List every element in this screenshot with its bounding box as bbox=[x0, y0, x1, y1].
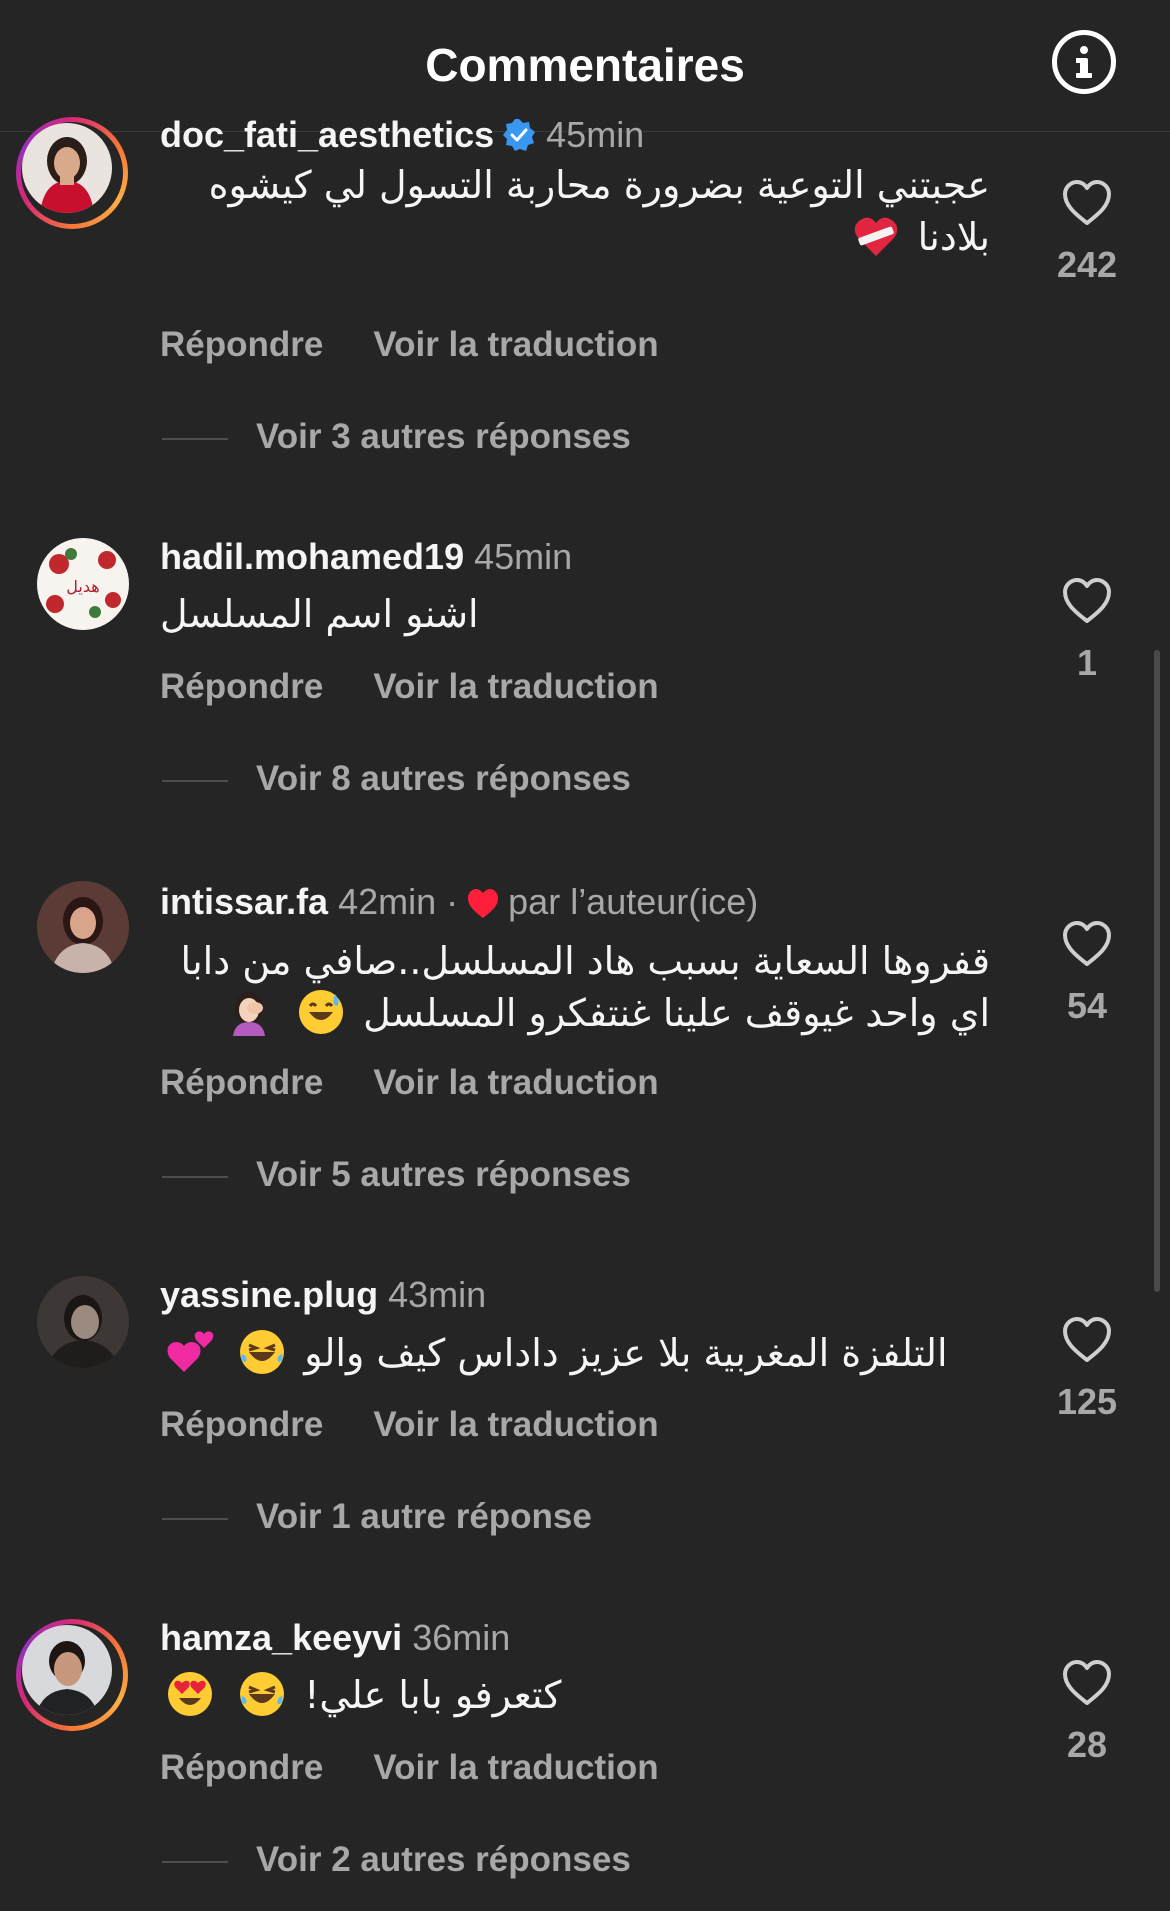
username[interactable]: hamza_keeyvi bbox=[160, 1617, 402, 1658]
username[interactable]: yassine.plug bbox=[160, 1274, 378, 1315]
comment-body: كتعرفو بابا علي! bbox=[304, 1673, 562, 1717]
reply-button[interactable]: Répondre bbox=[160, 667, 323, 706]
like-count: 28 bbox=[1066, 1724, 1108, 1765]
like-count: 125 bbox=[1056, 1381, 1118, 1422]
view-replies-label: Voir 8 autres réponses bbox=[256, 759, 631, 798]
svg-text:هديل: هديل bbox=[66, 577, 99, 596]
divider bbox=[162, 1517, 228, 1520]
reply-button[interactable]: Répondre bbox=[160, 1748, 323, 1787]
comment-body: التلفزة المغربية بلا عزيز داداس كيف والو bbox=[304, 1331, 948, 1375]
heart-eyes-emoji bbox=[168, 1672, 212, 1716]
comment-text: كتعرفو بابا علي! bbox=[160, 1669, 990, 1721]
translate-button[interactable]: Voir la traduction bbox=[373, 1748, 658, 1787]
comment-text: التلفزة المغربية بلا عزيز داداس كيف والو bbox=[160, 1327, 990, 1379]
heart-icon bbox=[1063, 578, 1111, 623]
comments-header: Commentaires bbox=[0, 0, 1170, 132]
translate-button[interactable]: Voir la traduction bbox=[373, 1063, 658, 1102]
username[interactable]: doc_fati_aesthetics bbox=[160, 114, 494, 155]
comment-time: 42min bbox=[338, 881, 437, 922]
avatar[interactable] bbox=[16, 1619, 128, 1731]
divider bbox=[162, 779, 228, 782]
comment-text: عجبتني التوعية بضرورة محاربة التسول لي ك… bbox=[160, 159, 990, 263]
heart-icon bbox=[468, 889, 499, 918]
translate-button[interactable]: Voir la traduction bbox=[373, 1405, 658, 1444]
comment-text: اشنو اسم المسلسل bbox=[160, 588, 990, 640]
sweat-smile-emoji bbox=[299, 990, 344, 1034]
translate-button[interactable]: Voir la traduction bbox=[373, 325, 658, 364]
heart-icon bbox=[1063, 180, 1111, 225]
view-replies-label: Voir 1 autre réponse bbox=[256, 1497, 592, 1536]
avatar[interactable]: هديل bbox=[37, 538, 129, 630]
separator-dot: · bbox=[446, 881, 459, 922]
like-count: 1 bbox=[1076, 642, 1098, 683]
comment-actions: Répondre Voir la traduction bbox=[160, 325, 659, 365]
like-button[interactable]: 242 bbox=[1040, 180, 1134, 286]
comment-actions: Répondre Voir la traduction bbox=[160, 1748, 659, 1788]
avatar[interactable] bbox=[37, 881, 129, 973]
like-count: 242 bbox=[1056, 244, 1118, 285]
comment-meta: yassine.plug 43min bbox=[160, 1274, 486, 1316]
reply-button[interactable]: Répondre bbox=[160, 1405, 323, 1444]
view-replies-label: Voir 3 autres réponses bbox=[256, 417, 631, 456]
divider bbox=[162, 1175, 228, 1178]
avatar[interactable] bbox=[16, 117, 128, 229]
facepalm-emoji bbox=[232, 992, 265, 1036]
view-replies-button[interactable]: Voir 5 autres réponses bbox=[162, 1155, 631, 1195]
heart-icon bbox=[1063, 921, 1111, 966]
scrollbar[interactable] bbox=[1154, 650, 1160, 1292]
view-replies-button[interactable]: Voir 8 autres réponses bbox=[162, 759, 631, 799]
comment-text: قفروها السعاية بسبب هاد المسلسل..صافي من… bbox=[160, 935, 990, 1039]
comment-time: 45min bbox=[474, 536, 573, 577]
username[interactable]: hadil.mohamed19 bbox=[160, 536, 464, 577]
joy-emoji bbox=[240, 1330, 285, 1374]
like-button[interactable]: 1 bbox=[1040, 578, 1134, 684]
comment-actions: Répondre Voir la traduction bbox=[160, 1405, 659, 1445]
like-button[interactable]: 125 bbox=[1040, 1317, 1134, 1423]
reply-button[interactable]: Répondre bbox=[160, 1063, 323, 1102]
like-button[interactable]: 54 bbox=[1040, 921, 1134, 1027]
avatar[interactable] bbox=[37, 1276, 129, 1368]
view-replies-button[interactable]: Voir 1 autre réponse bbox=[162, 1497, 592, 1537]
view-replies-label: Voir 5 autres réponses bbox=[256, 1155, 631, 1194]
info-icon[interactable] bbox=[1052, 30, 1116, 94]
author-like-label: par l’auteur(ice) bbox=[508, 881, 759, 922]
like-count: 54 bbox=[1066, 985, 1108, 1026]
comment-time: 45min bbox=[546, 114, 645, 155]
comment-actions: Répondre Voir la traduction bbox=[160, 1063, 659, 1103]
username[interactable]: intissar.fa bbox=[160, 881, 328, 922]
comment-meta: hadil.mohamed19 45min bbox=[160, 536, 572, 578]
joy-emoji bbox=[240, 1672, 285, 1716]
translate-button[interactable]: Voir la traduction bbox=[373, 667, 658, 706]
comment-actions: Répondre Voir la traduction bbox=[160, 667, 659, 707]
comment-time: 36min bbox=[412, 1617, 511, 1658]
mending-heart-emoji bbox=[854, 217, 897, 256]
divider bbox=[162, 1860, 228, 1863]
reply-button[interactable]: Répondre bbox=[160, 325, 323, 364]
comment-meta: intissar.fa 42min · par l’auteur(ice) bbox=[160, 881, 758, 923]
divider bbox=[162, 437, 228, 440]
heart-icon bbox=[1063, 1660, 1111, 1705]
like-button[interactable]: 28 bbox=[1040, 1660, 1134, 1766]
comment-meta: hamza_keeyvi 36min bbox=[160, 1617, 510, 1659]
two-hearts-emoji bbox=[167, 1331, 214, 1372]
view-replies-label: Voir 2 autres réponses bbox=[256, 1840, 631, 1879]
comment-meta: doc_fati_aesthetics 45min bbox=[160, 114, 644, 156]
view-replies-button[interactable]: Voir 2 autres réponses bbox=[162, 1840, 631, 1880]
view-replies-button[interactable]: Voir 3 autres réponses bbox=[162, 417, 631, 457]
page-title: Commentaires bbox=[425, 39, 745, 91]
heart-icon bbox=[1063, 1317, 1111, 1362]
verified-badge-icon bbox=[503, 119, 536, 151]
comment-time: 43min bbox=[388, 1274, 487, 1315]
comment-body: اشنو اسم المسلسل bbox=[160, 592, 479, 636]
